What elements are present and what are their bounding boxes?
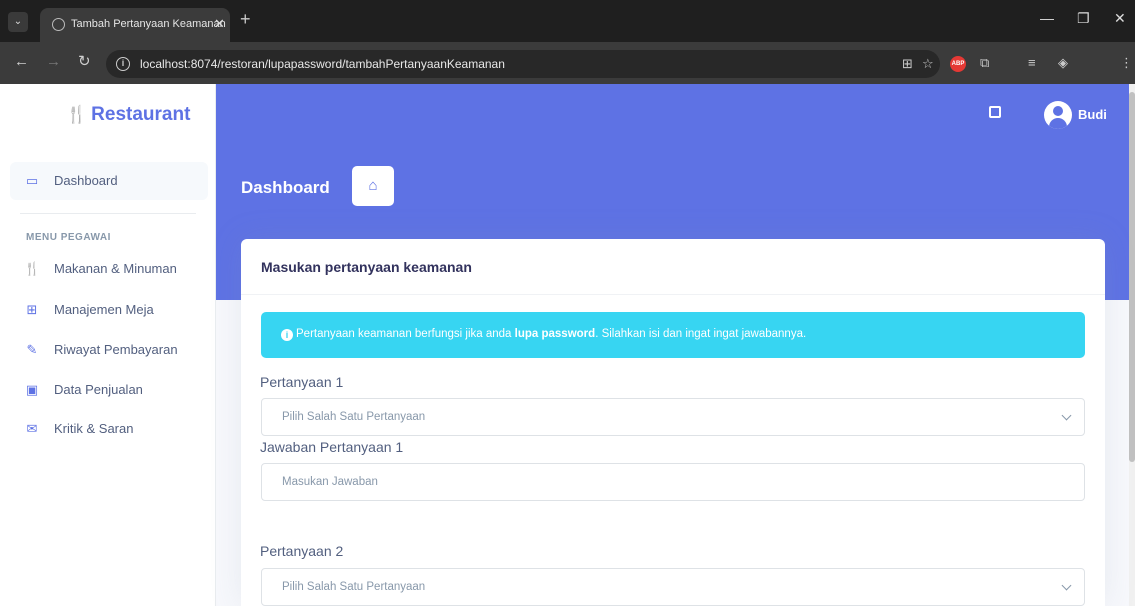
- alert-text: Pertanyaan keamanan berfungsi jika anda …: [296, 328, 807, 340]
- select-value: Pilih Salah Satu Pertanyaan: [282, 411, 426, 423]
- answer-1-label: Jawaban Pertanyaan 1: [260, 439, 404, 455]
- sidebar-item-kritik-saran[interactable]: ✉ Kritik & Saran: [10, 410, 208, 448]
- question-1-label: Pertanyaan 1: [260, 374, 344, 390]
- chevron-down-icon: [1061, 580, 1072, 591]
- info-circle-icon: i: [281, 329, 293, 341]
- brand-name: Restaurant: [91, 104, 191, 125]
- adblock-extension-icon[interactable]: ABP: [950, 56, 966, 72]
- restore-icon[interactable]: ❐: [1077, 10, 1090, 27]
- url-text: localhost:8074/restoran/lupapassword/tam…: [140, 57, 505, 71]
- chevron-down-icon: [1061, 410, 1072, 421]
- scrollbar-thumb[interactable]: [1129, 92, 1135, 462]
- user-icon: [1053, 106, 1063, 116]
- tab-close-icon[interactable]: ✕: [214, 16, 225, 32]
- sidebar-item-label: Makanan & Minuman: [54, 261, 177, 276]
- utensils-icon: 🍴: [66, 105, 88, 124]
- reload-icon[interactable]: ↻: [78, 54, 91, 70]
- avatar[interactable]: [1044, 101, 1072, 129]
- monitor-icon: ▭: [25, 173, 39, 188]
- input-placeholder: Masukan Jawaban: [282, 476, 378, 488]
- question-2-label: Pertanyaan 2: [260, 543, 344, 559]
- sidebar-item-data-penjualan[interactable]: ▣ Data Penjualan: [10, 371, 208, 409]
- sidebar-divider: [20, 213, 196, 214]
- home-icon: ⌂: [368, 177, 378, 194]
- new-tab-icon[interactable]: +: [240, 10, 251, 28]
- extensions-icon[interactable]: ⧉: [980, 55, 989, 71]
- info-alert: i Pertanyaan keamanan berfungsi jika and…: [261, 312, 1085, 358]
- table-icon: ⊞: [26, 302, 38, 317]
- sidebar-item-manajemen-meja[interactable]: ⊞ Manajemen Meja: [10, 291, 208, 329]
- bookmark-star-icon[interactable]: ☆: [922, 56, 934, 72]
- sidebar-item-label: Riwayat Pembayaran: [54, 342, 178, 357]
- question-2-select[interactable]: Pilih Salah Satu Pertanyaan: [261, 568, 1085, 606]
- close-window-icon[interactable]: ✕: [1114, 10, 1126, 27]
- user-name[interactable]: Budi: [1078, 107, 1107, 122]
- sidebar-item-dashboard[interactable]: ▭ Dashboard: [10, 162, 208, 200]
- tab-title: Tambah Pertanyaan Keamanan: [71, 18, 226, 30]
- tab-search-chevron-icon[interactable]: ⌄: [8, 12, 28, 32]
- envelope-icon: ✉: [26, 421, 38, 436]
- site-info-icon[interactable]: i: [116, 57, 130, 71]
- utensils-icon: 🍴: [24, 261, 41, 276]
- edit-icon: ✎: [26, 342, 38, 357]
- brand-logo[interactable]: 🍴 Restaurant: [66, 104, 190, 126]
- translate-icon[interactable]: ⊞: [902, 56, 913, 72]
- sidebar-item-label: Manajemen Meja: [54, 302, 154, 317]
- card-title: Masukan pertanyaan keamanan: [261, 259, 472, 275]
- forward-icon[interactable]: →: [46, 54, 61, 70]
- security-question-card: Masukan pertanyaan keamanan i Pertanyaan…: [241, 239, 1105, 606]
- sidebar-heading: MENU PEGAWAI: [26, 232, 111, 243]
- question-1-select[interactable]: Pilih Salah Satu Pertanyaan: [261, 398, 1085, 436]
- layers-icon[interactable]: [989, 106, 1001, 118]
- more-menu-icon[interactable]: ⋮: [1120, 55, 1133, 71]
- answer-1-input[interactable]: Masukan Jawaban: [261, 463, 1085, 501]
- select-value: Pilih Salah Satu Pertanyaan: [282, 581, 426, 593]
- card-header: Masukan pertanyaan keamanan: [241, 239, 1105, 295]
- sidebar-item-makanan-minuman[interactable]: 🍴 Makanan & Minuman: [10, 250, 208, 288]
- profile-icon[interactable]: ◈: [1058, 55, 1068, 71]
- address-bar[interactable]: i localhost:8074/restoran/lupapassword/t…: [106, 50, 940, 78]
- sidebar-item-label: Data Penjualan: [54, 382, 143, 397]
- page-scrollbar[interactable]: [1129, 84, 1135, 606]
- reading-list-icon[interactable]: ≡: [1028, 55, 1036, 70]
- browser-toolbar: ← → ↻ i localhost:8074/restoran/lupapass…: [0, 42, 1135, 84]
- back-icon[interactable]: ←: [14, 54, 29, 70]
- sidebar-item-label: Dashboard: [54, 173, 118, 188]
- minimize-icon[interactable]: —: [1040, 10, 1054, 26]
- page-title: Dashboard: [241, 178, 330, 197]
- globe-icon: [52, 18, 65, 31]
- money-icon: ▣: [25, 382, 39, 397]
- sidebar-item-label: Kritik & Saran: [54, 421, 134, 436]
- sidebar-item-riwayat-pembayaran[interactable]: ✎ Riwayat Pembayaran: [10, 331, 208, 369]
- browser-tab-bar: ⌄ Tambah Pertanyaan Keamanan ✕ + — ❐ ✕: [0, 0, 1135, 42]
- home-button[interactable]: ⌂: [352, 166, 394, 206]
- browser-tab[interactable]: Tambah Pertanyaan Keamanan ✕: [40, 8, 230, 42]
- sidebar: 🍴 Restaurant ▭ Dashboard MENU PEGAWAI 🍴 M…: [0, 84, 216, 606]
